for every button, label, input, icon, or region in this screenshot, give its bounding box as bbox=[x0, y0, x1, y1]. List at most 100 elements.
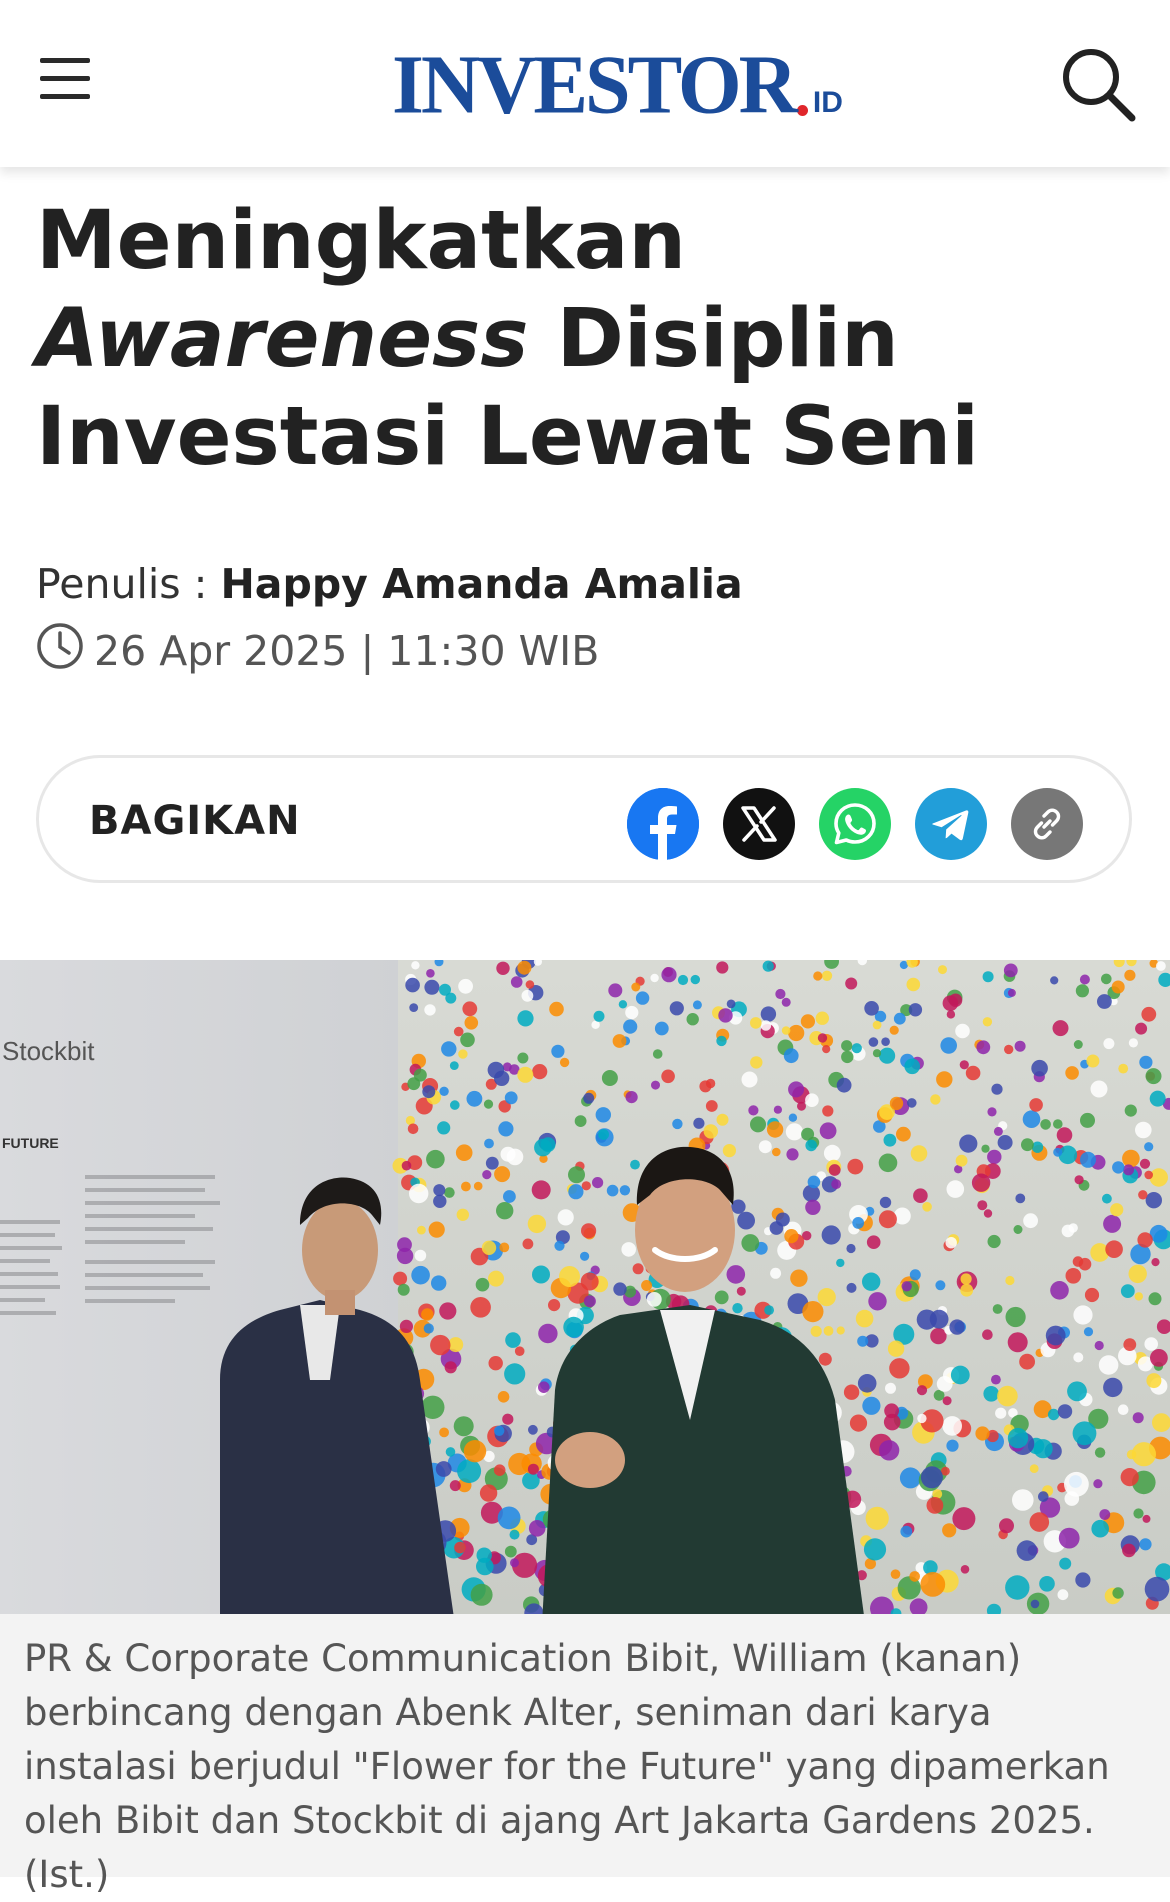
flower-dot bbox=[805, 1200, 820, 1215]
flower-dot bbox=[864, 1001, 879, 1016]
flower-dot bbox=[594, 1011, 605, 1022]
flower-dot bbox=[775, 989, 785, 999]
flower-dot bbox=[922, 1202, 932, 1212]
flower-dot bbox=[847, 1159, 863, 1175]
flower-dot bbox=[517, 1053, 528, 1064]
flower-dot bbox=[961, 1565, 970, 1574]
flower-dot bbox=[1053, 1148, 1062, 1157]
flower-dot bbox=[687, 1013, 699, 1025]
flower-dot bbox=[526, 980, 535, 989]
site-logo[interactable]: INVESTOR ID bbox=[392, 40, 843, 130]
flower-dot bbox=[1038, 1491, 1049, 1502]
flower-dot bbox=[1015, 1041, 1026, 1052]
flower-dot bbox=[995, 1408, 1006, 1419]
flower-dot bbox=[977, 1200, 987, 1210]
flower-dot bbox=[1099, 1509, 1110, 1520]
flower-dot bbox=[946, 1237, 957, 1248]
flower-dot bbox=[1091, 1081, 1108, 1098]
flower-dot bbox=[1023, 1110, 1041, 1128]
flower-dot bbox=[937, 1376, 953, 1392]
publish-date-text: 26 Apr 2025 | 11:30 WIB bbox=[94, 627, 599, 675]
flower-dot bbox=[907, 978, 921, 992]
flower-dot bbox=[879, 1210, 897, 1228]
whatsapp-icon[interactable] bbox=[819, 788, 891, 860]
flower-dot bbox=[949, 994, 962, 1007]
flower-dot bbox=[439, 984, 451, 996]
flower-dot bbox=[715, 1291, 729, 1305]
flower-dot bbox=[1138, 1190, 1147, 1199]
flower-dot bbox=[592, 1177, 603, 1188]
telegram-icon[interactable] bbox=[915, 788, 987, 860]
flower-dot bbox=[409, 1003, 418, 1012]
flower-dot bbox=[782, 998, 791, 1007]
flower-dot bbox=[474, 1182, 483, 1191]
flower-dot bbox=[414, 1069, 427, 1082]
author-byline: Penulis : Happy Amanda Amalia bbox=[36, 560, 743, 608]
flower-dot bbox=[750, 1017, 762, 1029]
flower-dot bbox=[424, 1323, 434, 1333]
flower-dot bbox=[482, 1241, 496, 1255]
flower-dot bbox=[433, 1195, 446, 1208]
flower-dot bbox=[439, 1302, 456, 1319]
flower-dot bbox=[772, 1148, 781, 1157]
flower-dot bbox=[1023, 1213, 1038, 1228]
flower-dot bbox=[790, 1270, 807, 1287]
wall-logo-text: Stockbit bbox=[2, 1036, 95, 1066]
flower-dot bbox=[426, 1150, 445, 1169]
flower-dot bbox=[984, 1209, 992, 1217]
flower-dot bbox=[1112, 981, 1125, 994]
copy-link-icon[interactable] bbox=[1011, 788, 1083, 860]
flower-dot bbox=[718, 1008, 732, 1022]
flower-dot bbox=[1057, 1127, 1073, 1143]
flower-dot bbox=[1146, 1373, 1161, 1388]
x-icon[interactable] bbox=[723, 788, 795, 860]
flower-dot bbox=[805, 1140, 817, 1152]
flower-dot bbox=[1017, 1540, 1038, 1561]
author-name[interactable]: Happy Amanda Amalia bbox=[220, 560, 742, 608]
flower-dot bbox=[1103, 1378, 1122, 1397]
flower-dot bbox=[1004, 1045, 1013, 1054]
flower-dot bbox=[750, 1116, 766, 1132]
flower-dot bbox=[1132, 1442, 1156, 1466]
flower-dot bbox=[880, 1197, 891, 1208]
flower-dot bbox=[457, 1209, 469, 1221]
facebook-icon[interactable] bbox=[627, 788, 699, 860]
flower-dot bbox=[1125, 1105, 1137, 1117]
search-icon[interactable] bbox=[1060, 46, 1136, 122]
flower-dot bbox=[1048, 1409, 1059, 1420]
flower-dot bbox=[942, 1416, 962, 1436]
flower-dot bbox=[560, 1058, 569, 1067]
flower-dot bbox=[456, 1144, 473, 1161]
flower-dot bbox=[1021, 1138, 1034, 1151]
flower-dot bbox=[1085, 1288, 1099, 1302]
flower-dot bbox=[1137, 1232, 1152, 1247]
flower-dot bbox=[1080, 1152, 1096, 1168]
flower-dot bbox=[494, 1166, 510, 1182]
flower-dot bbox=[1086, 1055, 1099, 1068]
flower-dot bbox=[591, 1021, 599, 1029]
flower-dot bbox=[445, 1361, 457, 1373]
flower-dot bbox=[818, 1033, 827, 1042]
flower-dot bbox=[1076, 984, 1089, 997]
flower-dot bbox=[1129, 1038, 1138, 1047]
flower-dot bbox=[1004, 964, 1018, 978]
flower-dot bbox=[1075, 1572, 1090, 1587]
flower-dot bbox=[900, 1467, 921, 1488]
flower-dot bbox=[1080, 975, 1090, 985]
flower-dot bbox=[1099, 1355, 1119, 1375]
hamburger-menu-icon[interactable] bbox=[40, 58, 100, 108]
flower-dot bbox=[993, 1304, 1003, 1314]
flower-dot bbox=[788, 1081, 804, 1097]
flower-dot bbox=[582, 1181, 591, 1190]
share-bar: BAGIKAN bbox=[36, 755, 1132, 883]
flower-dot bbox=[927, 1497, 944, 1514]
flower-dot bbox=[1121, 1468, 1139, 1486]
flower-dot bbox=[759, 1140, 772, 1153]
flower-dot bbox=[498, 1507, 521, 1530]
flower-dot bbox=[959, 1135, 977, 1153]
flower-dot bbox=[879, 1154, 898, 1173]
flower-dot bbox=[1084, 1327, 1093, 1336]
flower-dot bbox=[1150, 1168, 1168, 1186]
flower-dot bbox=[1005, 1276, 1014, 1285]
publish-date: 26 Apr 2025 | 11:30 WIB bbox=[36, 622, 599, 680]
